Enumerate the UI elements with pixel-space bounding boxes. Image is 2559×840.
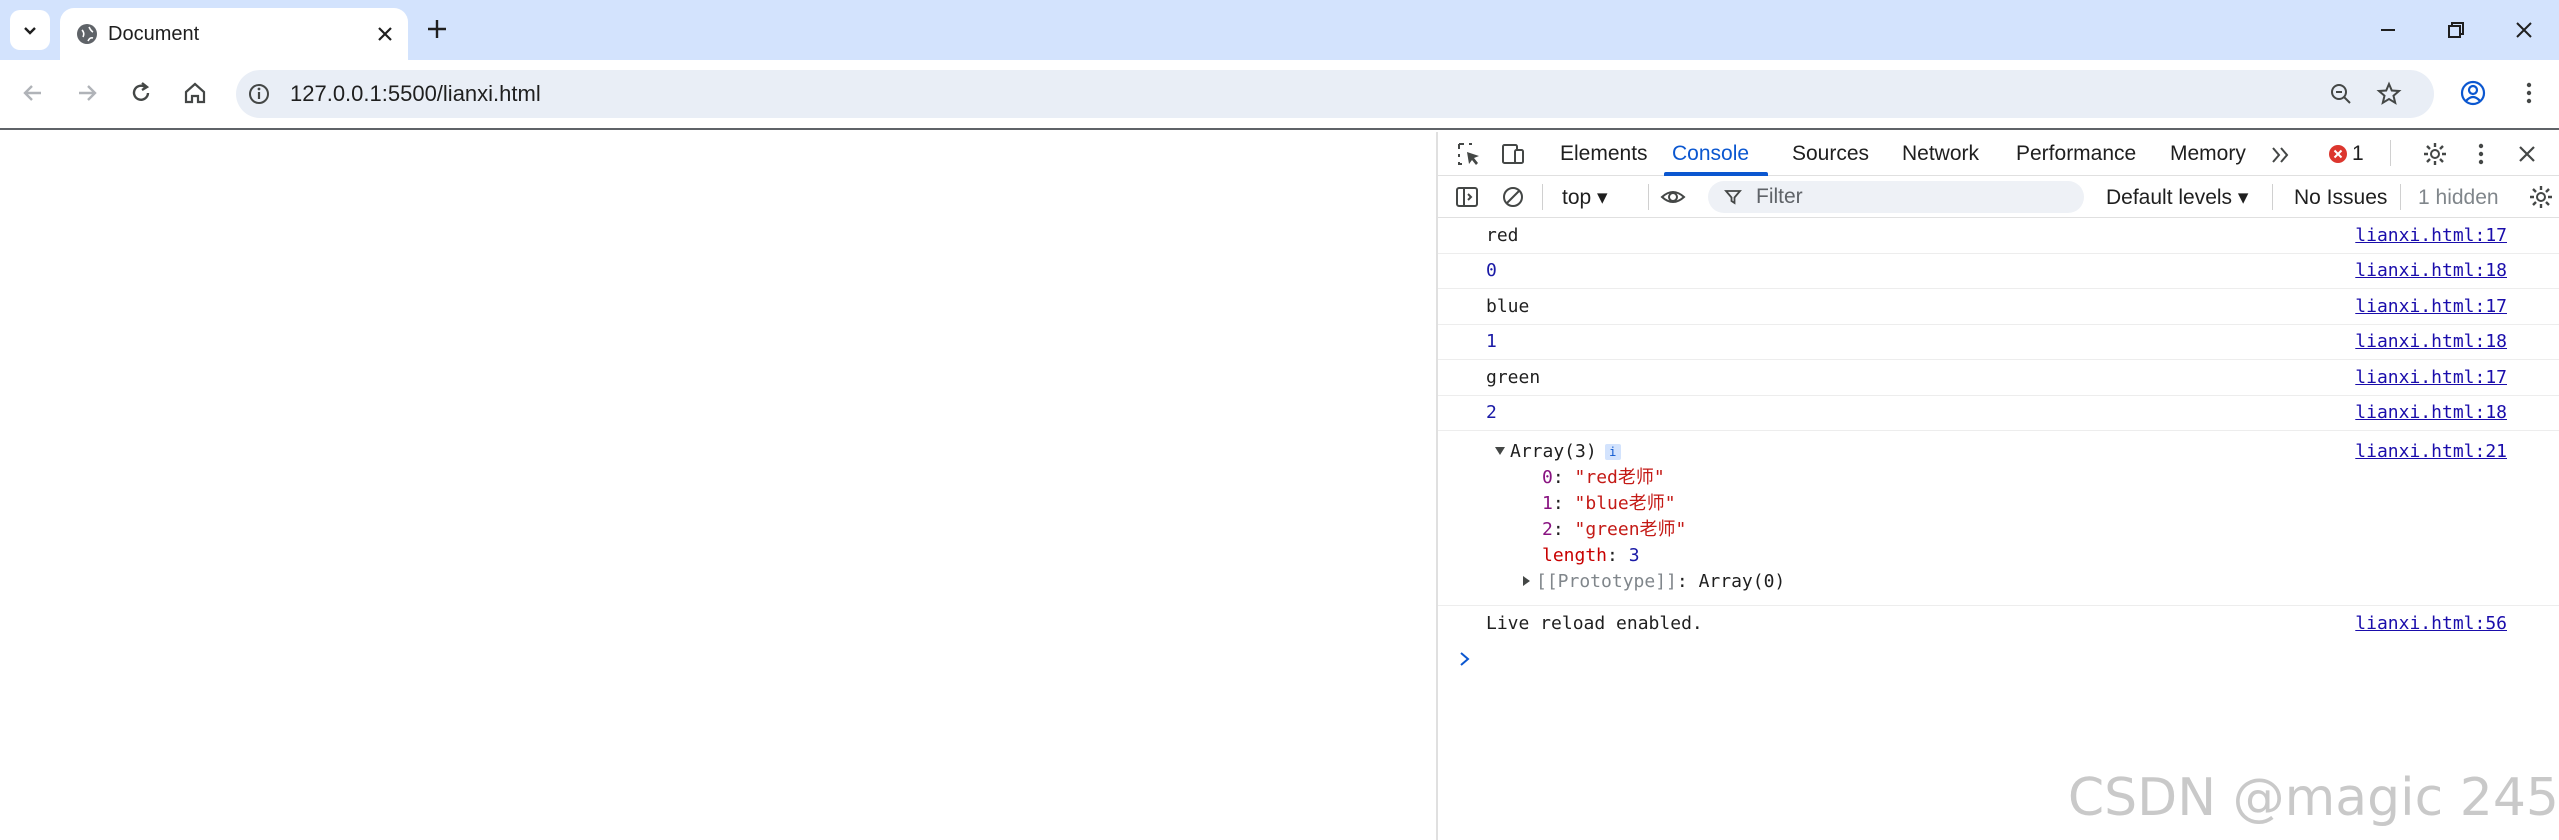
array-summary[interactable]: Array(3) i <box>1494 441 1621 463</box>
source-link[interactable]: lianxi.html:17 <box>2355 225 2507 247</box>
browser-tab-strip: Document <box>0 0 2559 60</box>
device-toolbar-icon[interactable] <box>1500 141 1526 167</box>
expand-triangle-icon <box>1523 576 1530 586</box>
back-icon[interactable] <box>18 78 48 108</box>
settings-gear-icon[interactable] <box>2422 141 2448 167</box>
devtools-tab-bar: Elements Console Sources Network Perform… <box>1438 132 2559 176</box>
divider <box>2272 184 2273 210</box>
divider <box>2400 184 2401 210</box>
console-message: 1 lianxi.html:18 <box>1438 325 2559 360</box>
inspect-element-icon[interactable] <box>1456 141 1482 167</box>
filter-icon <box>1724 190 1742 205</box>
message-text: red <box>1486 225 1519 246</box>
info-icon[interactable]: i <box>1604 444 1621 460</box>
divider <box>1542 184 1543 210</box>
browser-tab[interactable]: Document <box>60 8 408 60</box>
live-expression-eye-icon[interactable] <box>1660 184 1686 210</box>
filter-input[interactable]: Filter <box>1708 181 2084 213</box>
array-item: 2: "green老师" <box>1542 519 1687 540</box>
issues-button[interactable]: No Issues <box>2294 185 2387 211</box>
source-link[interactable]: lianxi.html:21 <box>2355 441 2507 463</box>
tab-memory[interactable]: Memory <box>2170 141 2246 167</box>
minimize-button[interactable] <box>2372 14 2404 46</box>
array-prototype[interactable]: [[Prototype]]: Array(0) <box>1520 571 1785 593</box>
message-text: blue <box>1486 296 1530 317</box>
reload-icon[interactable] <box>126 78 156 108</box>
filter-placeholder: Filter <box>1756 185 1803 208</box>
source-link[interactable]: lianxi.html:17 <box>2355 296 2507 318</box>
bookmark-star-icon[interactable] <box>2376 81 2402 107</box>
watermark: CSDN @magic 245 <box>2067 768 2559 828</box>
tab-performance[interactable]: Performance <box>2016 141 2136 167</box>
tab-elements[interactable]: Elements <box>1560 141 1648 167</box>
zoom-icon[interactable] <box>2328 81 2354 107</box>
close-icon[interactable] <box>373 22 397 46</box>
array-item: 1: "blue老师" <box>1542 493 1676 514</box>
log-levels-dropdown[interactable]: Default levels ▾ <box>2106 185 2248 211</box>
console-message: 0 lianxi.html:18 <box>1438 254 2559 289</box>
restore-button[interactable] <box>2440 14 2472 46</box>
error-count[interactable]: 1 <box>2352 141 2364 167</box>
prompt-chevron-icon <box>1460 652 1470 666</box>
source-link[interactable]: lianxi.html:17 <box>2355 367 2507 389</box>
source-link[interactable]: lianxi.html:18 <box>2355 402 2507 424</box>
console-prompt[interactable] <box>1458 648 1472 672</box>
console-settings-gear-icon[interactable] <box>2528 184 2554 210</box>
message-text: 2 <box>1486 402 1497 423</box>
source-link[interactable]: lianxi.html:18 <box>2355 331 2507 353</box>
source-link[interactable]: lianxi.html:18 <box>2355 260 2507 282</box>
message-text: 1 <box>1486 331 1497 352</box>
close-devtools-icon[interactable] <box>2514 141 2540 167</box>
hidden-messages-count: 1 hidden <box>2418 186 2499 209</box>
console-message: Live reload enabled. lianxi.html:56 <box>1438 606 2559 642</box>
tab-title: Document <box>108 23 200 45</box>
console-message: 2 lianxi.html:18 <box>1438 396 2559 431</box>
more-tabs-icon[interactable] <box>2268 142 2294 168</box>
devtools-menu-icon[interactable] <box>2468 141 2494 167</box>
message-text: 0 <box>1486 260 1497 281</box>
sidebar-toggle-icon[interactable] <box>1454 184 1480 210</box>
site-info-icon[interactable] <box>246 81 272 107</box>
array-length: length: 3 <box>1542 545 1640 566</box>
browser-toolbar: 127.0.0.1:5500/lianxi.html <box>0 60 2559 130</box>
clear-console-icon[interactable] <box>1500 184 1526 210</box>
globe-icon <box>77 24 97 44</box>
close-window-button[interactable] <box>2508 14 2540 46</box>
new-tab-button[interactable] <box>424 16 450 42</box>
page-viewport[interactable] <box>0 132 1436 840</box>
divider <box>2390 140 2391 166</box>
profile-icon[interactable] <box>2458 78 2488 108</box>
expand-triangle-icon <box>1495 447 1505 455</box>
error-icon[interactable] <box>2328 144 2348 164</box>
console-message: red lianxi.html:17 <box>1438 218 2559 254</box>
tab-sources[interactable]: Sources <box>1792 141 1869 167</box>
console-message: green lianxi.html:17 <box>1438 360 2559 396</box>
console-message: blue lianxi.html:17 <box>1438 289 2559 325</box>
browser-menu-icon[interactable] <box>2514 78 2544 108</box>
tab-search-button[interactable] <box>10 10 50 50</box>
message-text: green <box>1486 367 1541 388</box>
source-link[interactable]: lianxi.html:56 <box>2355 613 2507 635</box>
console-array-message: Array(3) i lianxi.html:21 0: "red老师" 1: "… <box>1438 431 2559 606</box>
message-text: Live reload enabled. <box>1486 613 1703 634</box>
devtools-panel: Elements Console Sources Network Perform… <box>1436 132 2559 840</box>
context-selector[interactable]: top ▾ <box>1562 185 1608 211</box>
array-item: 0: "red老师" <box>1542 467 1665 488</box>
forward-icon[interactable] <box>72 78 102 108</box>
tab-console[interactable]: Console <box>1672 141 1749 167</box>
tab-network[interactable]: Network <box>1902 141 1979 167</box>
address-url: 127.0.0.1:5500/lianxi.html <box>290 81 541 106</box>
chevron-down-icon <box>24 27 36 35</box>
address-bar[interactable]: 127.0.0.1:5500/lianxi.html <box>236 70 2434 118</box>
home-icon[interactable] <box>180 78 210 108</box>
divider <box>1648 184 1649 210</box>
console-toolbar: top ▾ Filter Default levels ▾ No Issues … <box>1438 176 2559 218</box>
